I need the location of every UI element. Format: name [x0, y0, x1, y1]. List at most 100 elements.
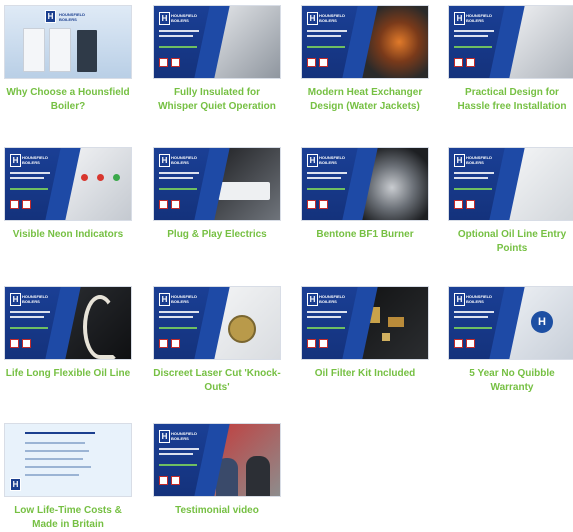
hounsfield-logo: H — [159, 12, 170, 25]
list-line — [25, 458, 83, 460]
subtitle-line — [454, 46, 492, 48]
hounsfield-logo: H — [307, 12, 318, 25]
video-caption[interactable]: Plug & Play Electrics — [153, 228, 281, 242]
video-card[interactable]: H HOUNSFIELD BOILERS Fully Insulated for… — [153, 5, 281, 114]
subtitle-line — [159, 46, 197, 48]
brand-text: HOUNSFIELD BOILERS — [171, 13, 197, 23]
brand-text: HOUNSFIELD BOILERS — [171, 155, 197, 165]
title-line — [454, 311, 494, 313]
video-thumbnail[interactable]: H HOUNSFIELD BOILERS — [153, 5, 281, 79]
video-thumbnail[interactable]: H — [4, 423, 132, 497]
video-caption[interactable]: 5 Year No Quibble Warranty — [448, 367, 573, 395]
video-card[interactable]: H HOUNSFIELD BOILERS Modern Heat Exchang… — [301, 5, 429, 114]
boiler-image — [49, 28, 71, 72]
video-caption[interactable]: Optional Oil Line Entry Points — [448, 228, 573, 256]
title-line — [10, 172, 50, 174]
title-line — [10, 316, 44, 318]
title-line — [307, 311, 347, 313]
badge-icons — [307, 54, 331, 72]
video-caption[interactable]: Why Choose a Hounsfield Boiler? — [4, 86, 132, 114]
video-thumbnail[interactable]: H HOUNSFIELD BOILERS — [4, 5, 132, 79]
video-caption[interactable]: Modern Heat Exchanger Design (Water Jack… — [301, 86, 429, 114]
video-thumbnail[interactable]: H HOUNSFIELD BOILERS — [153, 286, 281, 360]
title-line — [307, 35, 341, 37]
video-card[interactable]: H Low Life-Time Costs & Made in Britain — [4, 423, 132, 532]
warranty-seal-icon: H — [531, 311, 553, 333]
brand-text: HOUNSFIELD BOILERS — [319, 155, 345, 165]
badge-icons — [454, 335, 478, 353]
video-caption[interactable]: Low Life-Time Costs & Made in Britain — [4, 504, 132, 532]
title-line — [454, 35, 488, 37]
title-line — [454, 30, 494, 32]
brand-text: HOUNSFIELD BOILERS — [171, 294, 197, 304]
video-card[interactable]: H HOUNSFIELD BOILERS Optional Oil Line E… — [448, 147, 573, 256]
video-thumbnail[interactable]: H HOUNSFIELD BOILERS — [448, 147, 573, 221]
video-caption[interactable]: Oil Filter Kit Included — [301, 367, 429, 381]
video-thumbnail[interactable]: H HOUNSFIELD BOILERS — [153, 423, 281, 497]
subtitle-line — [10, 188, 48, 190]
hounsfield-logo: H — [454, 12, 465, 25]
title-line — [159, 172, 199, 174]
title-line — [454, 177, 488, 179]
brand-text: HOUNSFIELD BOILERS — [171, 431, 197, 441]
video-card[interactable]: H HOUNSFIELD BOILERS Discreet Laser Cut … — [153, 286, 281, 395]
video-card[interactable]: H HOUNSFIELD BOILERS Why Choose a Hounsf… — [4, 5, 132, 114]
boiler-image — [77, 30, 97, 72]
video-thumbnail[interactable]: H HOUNSFIELD BOILERS — [4, 147, 132, 221]
badge-icons — [307, 196, 331, 214]
hounsfield-logo: H — [159, 293, 170, 306]
subtitle-line — [454, 327, 492, 329]
video-thumbnail[interactable]: H HOUNSFIELD BOILERS — [301, 147, 429, 221]
boiler-image — [23, 28, 45, 72]
title-line — [454, 316, 488, 318]
video-card[interactable]: H HOUNSFIELD BOILERS Oil Filter Kit Incl… — [301, 286, 429, 381]
video-card[interactable]: H HOUNSFIELD BOILERS Practical Design fo… — [448, 5, 573, 114]
title-line — [307, 177, 341, 179]
subtitle-line — [159, 464, 197, 466]
title-line — [159, 30, 199, 32]
video-card[interactable]: H HOUNSFIELD BOILERS Life Long Flexible … — [4, 286, 132, 381]
title-line — [159, 316, 193, 318]
hounsfield-logo: H — [307, 293, 318, 306]
hounsfield-logo: H — [454, 293, 465, 306]
subtitle-line — [454, 188, 492, 190]
badge-icons — [307, 335, 331, 353]
video-caption[interactable]: Discreet Laser Cut 'Knock-Outs' — [153, 367, 281, 395]
video-caption[interactable]: Testimonial video — [153, 504, 281, 518]
video-card[interactable]: H HOUNSFIELD BOILERS Visible Neon Indica… — [4, 147, 132, 242]
video-card[interactable]: H HOUNSFIELD BOILERS Bentone BF1 Burner — [301, 147, 429, 242]
video-caption[interactable]: Practical Design for Hassle free Install… — [448, 86, 573, 114]
title-line — [159, 453, 193, 455]
video-thumbnail[interactable]: H HOUNSFIELD BOILERS — [4, 286, 132, 360]
list-line — [25, 474, 79, 476]
hounsfield-logo: H — [45, 10, 56, 23]
video-caption[interactable]: Bentone BF1 Burner — [301, 228, 429, 242]
video-caption[interactable]: Fully Insulated for Whisper Quiet Operat… — [153, 86, 281, 114]
video-card[interactable]: H HOUNSFIELD BOILERS Plug & Play Electri… — [153, 147, 281, 242]
brand-text: HOUNSFIELD BOILERS — [22, 155, 48, 165]
video-card[interactable]: H HOUNSFIELD BOILERS H 5 Year No Quibble… — [448, 286, 573, 395]
list-line — [25, 450, 89, 452]
video-card[interactable]: H HOUNSFIELD BOILERS Testimonial video — [153, 423, 281, 518]
subtitle-line — [307, 188, 345, 190]
badge-icons — [454, 54, 478, 72]
badge-icons — [10, 196, 34, 214]
video-thumbnail[interactable]: H HOUNSFIELD BOILERS H — [448, 286, 573, 360]
video-thumbnail[interactable]: H HOUNSFIELD BOILERS — [153, 147, 281, 221]
badge-icons — [454, 196, 478, 214]
video-caption[interactable]: Visible Neon Indicators — [4, 228, 132, 242]
badge-icons — [10, 335, 34, 353]
badge-icons — [159, 472, 183, 490]
subtitle-line — [10, 327, 48, 329]
video-thumbnail[interactable]: H HOUNSFIELD BOILERS — [301, 286, 429, 360]
title-line — [454, 172, 494, 174]
title-line — [307, 172, 347, 174]
badge-icons — [159, 335, 183, 353]
brand-text: HOUNSFIELD BOILERS — [466, 155, 492, 165]
video-caption[interactable]: Life Long Flexible Oil Line — [4, 367, 132, 381]
title-line — [10, 177, 44, 179]
video-thumbnail[interactable]: H HOUNSFIELD BOILERS — [301, 5, 429, 79]
title-line — [159, 311, 199, 313]
video-thumbnail[interactable]: H HOUNSFIELD BOILERS — [448, 5, 573, 79]
subtitle-line — [307, 46, 345, 48]
